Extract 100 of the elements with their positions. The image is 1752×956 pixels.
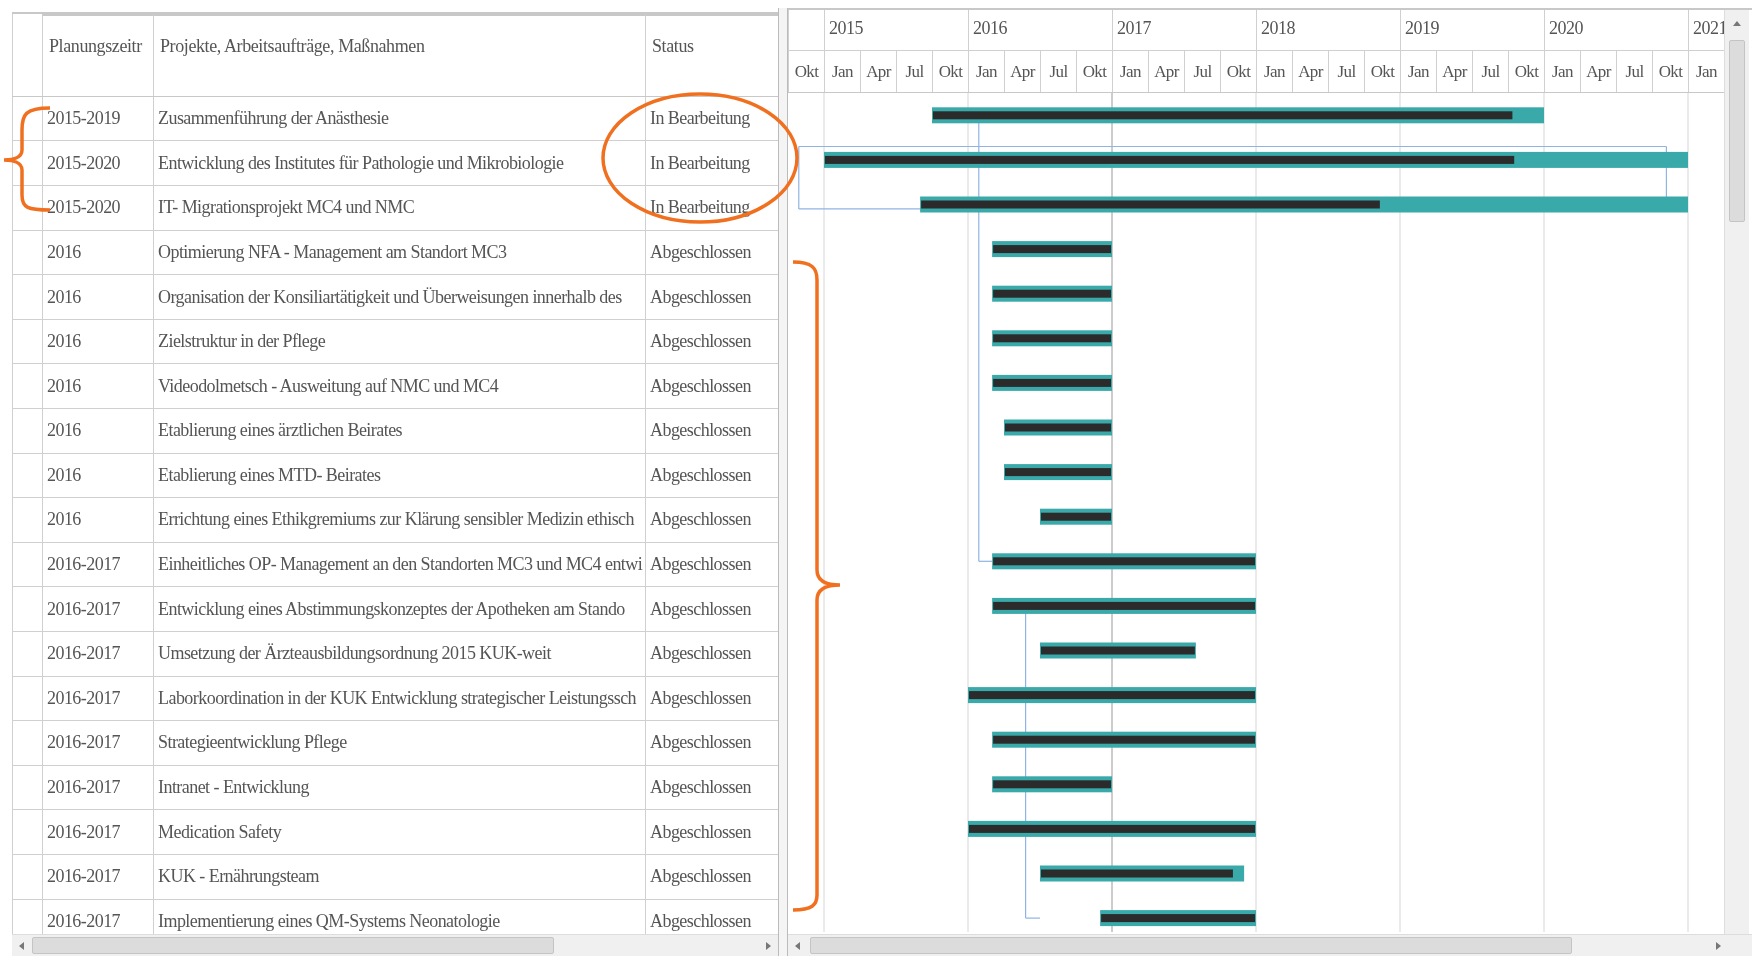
table-cell: Umsetzung der Ärzteausbildungsordnung 2015 KUK-weit	[153, 631, 645, 677]
timescale-year: 2017	[1112, 10, 1256, 50]
gantt-bar[interactable]	[992, 731, 1256, 748]
table-cell: KUK - Ernährungsteam	[153, 854, 645, 900]
scrollbar-thumb[interactable]	[32, 937, 554, 955]
table-cell: Videodolmetsch - Ausweitung auf NMC und MC4	[153, 364, 645, 409]
table-cell: Etablierung eines MTD- Beirates	[153, 453, 645, 499]
row-header	[12, 364, 42, 409]
gantt-bar[interactable]	[824, 151, 1688, 168]
table-cell: Strategieentwicklung Pflege	[153, 721, 645, 766]
table-cell: Entwicklung des Institutes für Pathologie und Mikrobiologie	[153, 141, 645, 186]
gantt-bar[interactable]	[1040, 642, 1196, 659]
timescale-quarter: Okt	[1508, 51, 1544, 92]
row-header	[12, 765, 42, 811]
gantt-bar[interactable]	[992, 597, 1256, 614]
timescale-quarter: Apr	[1004, 51, 1040, 92]
table-cell: 2015-2020	[42, 186, 153, 231]
table-cell: Zielstruktur in der Pflege	[153, 319, 645, 365]
timescale-quarter: Jul	[1616, 51, 1652, 92]
gantt-bar[interactable]	[992, 776, 1112, 793]
gantt-bar[interactable]	[1040, 508, 1112, 525]
timescale-quarter: Okt	[932, 51, 968, 92]
row-header	[12, 498, 42, 543]
row-header	[12, 319, 42, 365]
gantt-bar[interactable]	[932, 107, 1544, 124]
table-cell: Errichtung eines Ethikgremiums zur Klärung sensibler Medizin ethisch	[153, 498, 645, 543]
row-header	[12, 721, 42, 766]
horizontal-scrollbar[interactable]	[12, 934, 778, 956]
timescale-quarter: Jul	[1040, 51, 1076, 92]
timescale-quarter: Jul	[896, 51, 932, 92]
table-cell: 2016-2017	[42, 587, 153, 632]
table-cell: 2016-2017	[42, 721, 153, 766]
row-header	[12, 453, 42, 499]
row-header	[12, 854, 42, 900]
gantt-bar[interactable]	[920, 196, 1688, 213]
horizontal-scrollbar[interactable]	[788, 934, 1752, 956]
timescale-quarter: Okt	[1220, 51, 1256, 92]
timescale-quarter: Jul	[1472, 51, 1508, 92]
table-cell: 2016	[42, 453, 153, 499]
table-cell: Etablierung eines ärztlichen Beirates	[153, 409, 645, 454]
gantt-bar[interactable]	[1100, 910, 1256, 927]
timescale-quarter: Apr	[1436, 51, 1472, 92]
table-cell: Zusammenführung der Anästhesie	[153, 96, 645, 142]
table-cell: 2016	[42, 230, 153, 276]
timescale-quarter: Okt	[1364, 51, 1400, 92]
gantt-bar[interactable]	[992, 374, 1112, 391]
timescale-quarter: Jul	[1328, 51, 1364, 92]
gantt-bar[interactable]	[992, 553, 1256, 570]
timescale-year: 2015	[824, 10, 968, 50]
timescale-quarter: Jan	[1400, 51, 1436, 92]
table-cell: 2016	[42, 275, 153, 320]
table-cell: 2016-2017	[42, 810, 153, 855]
table-cell: 2015-2020	[42, 141, 153, 186]
column-header[interactable]: Planungszeitr	[42, 14, 153, 96]
timescale-quarter: Jan	[968, 51, 1004, 92]
table-cell: 2016-2017	[42, 542, 153, 588]
column-header[interactable]: Projekte, Arbeitsaufträge, Maßnahmen	[153, 14, 645, 96]
timescale-quarter: Okt	[1652, 51, 1688, 92]
timescale-year: 2019	[1400, 10, 1544, 50]
table-cell: 2016	[42, 319, 153, 365]
table-cell: Organisation der Konsiliartätigkeit und Überweisungen innerhalb des	[153, 275, 645, 320]
row-header	[12, 186, 42, 231]
gantt-bar[interactable]	[992, 330, 1112, 347]
gantt-bar[interactable]	[992, 241, 1112, 258]
timescale-year: 2018	[1256, 10, 1400, 50]
gantt-bar[interactable]	[968, 820, 1256, 837]
row-header	[12, 230, 42, 276]
row-header	[12, 676, 42, 722]
table-cell: 2016-2017	[42, 854, 153, 900]
scrollbar-thumb[interactable]	[1729, 40, 1745, 222]
table-cell: 2016	[42, 409, 153, 454]
table-cell: Laborkoordination in der KUK Entwicklung strategischer Leistungssch	[153, 676, 645, 722]
row-header	[12, 275, 42, 320]
timescale-year: 2016	[968, 10, 1112, 50]
row-header	[12, 409, 42, 454]
timescale-quarter: Jan	[1256, 51, 1292, 92]
gantt-bar[interactable]	[1004, 419, 1112, 436]
timescale-quarter: Apr	[1292, 51, 1328, 92]
gantt-bar[interactable]	[1040, 865, 1245, 882]
table-cell: IT- Migrationsprojekt MC4 und NMC	[153, 186, 645, 231]
table-cell: Einheitliches OP- Management an den Standorten MC3 und MC4 entwi	[153, 542, 645, 588]
timescale-quarter: Jul	[1184, 51, 1220, 92]
table-cell: Entwicklung eines Abstimmungskonzeptes der Apotheken am Stando	[153, 587, 645, 632]
gantt-bar[interactable]	[992, 285, 1112, 302]
row-header	[12, 631, 42, 677]
timescale-year: 2020	[1544, 10, 1688, 50]
table-cell: 2016	[42, 498, 153, 543]
gantt-bar[interactable]	[968, 687, 1256, 704]
gantt-bar[interactable]	[1004, 464, 1112, 481]
row-header	[12, 542, 42, 588]
timescale-quarter: Apr	[1580, 51, 1616, 92]
table-cell: 2016-2017	[42, 631, 153, 677]
row-header	[12, 141, 42, 186]
timescale-quarter: Apr	[1148, 51, 1184, 92]
vertical-scrollbar[interactable]	[1724, 10, 1749, 934]
scrollbar-thumb[interactable]	[810, 937, 1572, 954]
timescale-quarter: Apr	[860, 51, 896, 92]
table-cell: Intranet - Entwicklung	[153, 765, 645, 811]
table-cell: 2016	[42, 364, 153, 409]
table-cell: 2016-2017	[42, 765, 153, 811]
